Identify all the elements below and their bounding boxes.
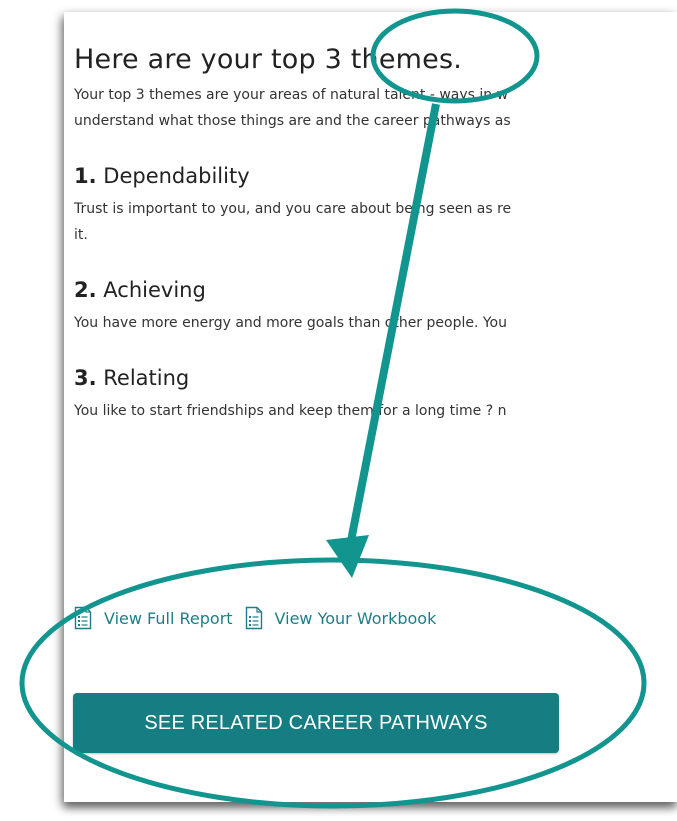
- theme-3: 3. Relating You like to start friendship…: [74, 364, 677, 424]
- view-your-workbook-label: View Your Workbook: [274, 608, 437, 628]
- themes-card: Here are your top 3 themes. Your top 3 t…: [64, 12, 677, 802]
- see-related-career-pathways-button[interactable]: SEE RELATED CAREER PATHWAYS: [73, 693, 559, 753]
- themes-content: Here are your top 3 themes. Your top 3 t…: [74, 42, 677, 424]
- intro-line-1: Your top 3 themes are your areas of natu…: [74, 87, 509, 103]
- theme-number: 3.: [74, 366, 97, 390]
- theme-name: Dependability: [103, 164, 250, 188]
- view-full-report-link[interactable]: View Full Report: [74, 606, 233, 630]
- document-list-icon: [74, 606, 92, 630]
- theme-name: Achieving: [103, 278, 206, 302]
- theme-description: Trust is important to you, and you care …: [74, 196, 677, 248]
- theme-1: 1. Dependability Trust is important to y…: [74, 162, 677, 248]
- page-title: Here are your top 3 themes.: [74, 44, 463, 75]
- theme-description-line-1: Trust is important to you, and you care …: [74, 201, 512, 217]
- theme-description-line-1: You have more energy and more goals than…: [74, 315, 507, 331]
- theme-name: Relating: [103, 366, 190, 390]
- theme-heading: 1. Dependability: [74, 162, 677, 190]
- theme-description: You like to start friendships and keep t…: [74, 398, 677, 424]
- theme-heading: 2. Achieving: [74, 276, 677, 304]
- report-links: View Full Report View Your Workbook: [74, 606, 436, 630]
- theme-2: 2. Achieving You have more energy and mo…: [74, 276, 677, 336]
- intro-line-2: understand what those things are and the…: [74, 113, 511, 129]
- view-your-workbook-link[interactable]: View Your Workbook: [245, 606, 437, 630]
- theme-number: 2.: [74, 278, 97, 302]
- theme-heading: 3. Relating: [74, 364, 677, 392]
- theme-description-line-1: You like to start friendships and keep t…: [74, 403, 507, 419]
- theme-description-line-2: it.: [74, 227, 88, 243]
- intro-text: Your top 3 themes are your areas of natu…: [74, 82, 677, 134]
- theme-number: 1.: [74, 164, 97, 188]
- document-list-icon: [245, 606, 262, 630]
- view-full-report-label: View Full Report: [104, 608, 233, 628]
- screenshot-stage: Here are your top 3 themes. Your top 3 t…: [0, 0, 677, 821]
- theme-description: You have more energy and more goals than…: [74, 310, 677, 336]
